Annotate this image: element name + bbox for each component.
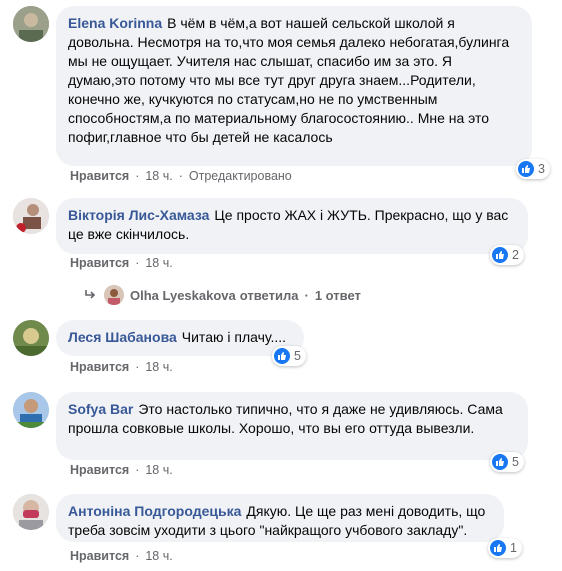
timestamp[interactable]: 18 ч. [145, 256, 172, 270]
comment-bubble: Антоніна Подгородецька Дякую. Це ще раз м… [56, 494, 504, 542]
timestamp[interactable]: 18 ч. [145, 463, 172, 477]
reply-avatar [104, 285, 124, 305]
like-button[interactable]: Нравится [70, 256, 129, 270]
reply-arrow-icon [85, 290, 96, 299]
replies-link[interactable]: Olha Lyeskakova ответила · 1 ответ [84, 285, 361, 305]
avatar-photo-icon [13, 6, 49, 42]
comment-actions: Нравится · 18 ч. [70, 256, 173, 270]
avatar-photo-icon [13, 198, 49, 234]
like-icon [490, 540, 506, 556]
reaction-count[interactable]: 2 [490, 245, 524, 265]
like-button[interactable]: Нравится [70, 463, 129, 477]
comment-actions: Нравится · 18 ч. [70, 463, 173, 477]
reply-action: ответила [239, 287, 299, 303]
reply-count[interactable]: 1 ответ [315, 288, 361, 303]
comment-actions: Нравится · 18 ч. [70, 360, 173, 374]
comment-bubble: Вікторія Лис-Хамаза Це просто ЖАХ і ЖУТЬ.… [56, 198, 528, 254]
timestamp[interactable]: 18 ч. [145, 360, 172, 374]
like-icon [492, 454, 508, 470]
avatar-photo-icon [104, 285, 124, 305]
comment-text: В чём в чём,а вот нашей сельской школой … [68, 15, 510, 145]
comment-text: Читаю і плачу.... [181, 329, 287, 345]
reaction-count[interactable]: 3 [516, 159, 550, 179]
avatar[interactable] [13, 392, 49, 428]
avatar[interactable] [13, 198, 49, 234]
comment-author[interactable]: Леся Шабанова [68, 329, 177, 345]
reaction-count[interactable]: 5 [490, 452, 524, 472]
timestamp[interactable]: 18 ч. [145, 549, 172, 563]
comment-bubble: Sofya Bar Это настолько типично, что я да… [56, 392, 528, 460]
comment-actions: Нравится · 18 ч. · Отредактировано [70, 169, 292, 183]
reply-author[interactable]: Olha Lyeskakova [130, 288, 236, 303]
like-button[interactable]: Нравится [70, 360, 129, 374]
comment-author[interactable]: Антоніна Подгородецька [68, 503, 241, 519]
like-button[interactable]: Нравится [70, 549, 129, 563]
avatar[interactable] [13, 320, 49, 356]
avatar-photo-icon [13, 494, 49, 530]
comment-author[interactable]: Вікторія Лис-Хамаза [68, 207, 209, 223]
avatar-photo-icon [13, 392, 49, 428]
edited-label[interactable]: Отредактировано [189, 169, 292, 183]
avatar[interactable] [13, 6, 49, 42]
avatar-photo-icon [13, 320, 49, 356]
comment-bubble: Леся Шабанова Читаю і плачу.... [56, 320, 304, 356]
like-icon [492, 247, 508, 263]
comment-author[interactable]: Sofya Bar [68, 401, 133, 417]
like-icon [274, 348, 290, 364]
reaction-count[interactable]: 5 [272, 346, 306, 366]
comment-bubble: Elena Korinna В чём в чём,а вот нашей сел… [56, 6, 532, 166]
like-icon [518, 161, 534, 177]
comment-author[interactable]: Elena Korinna [68, 15, 162, 31]
timestamp[interactable]: 18 ч. [145, 169, 172, 183]
avatar[interactable] [13, 494, 49, 530]
comment-text: Это настолько типично, что я даже не уди… [68, 401, 503, 436]
like-button[interactable]: Нравится [70, 169, 129, 183]
reaction-count[interactable]: 1 [488, 538, 522, 558]
comment-actions: Нравится · 18 ч. [70, 549, 173, 563]
